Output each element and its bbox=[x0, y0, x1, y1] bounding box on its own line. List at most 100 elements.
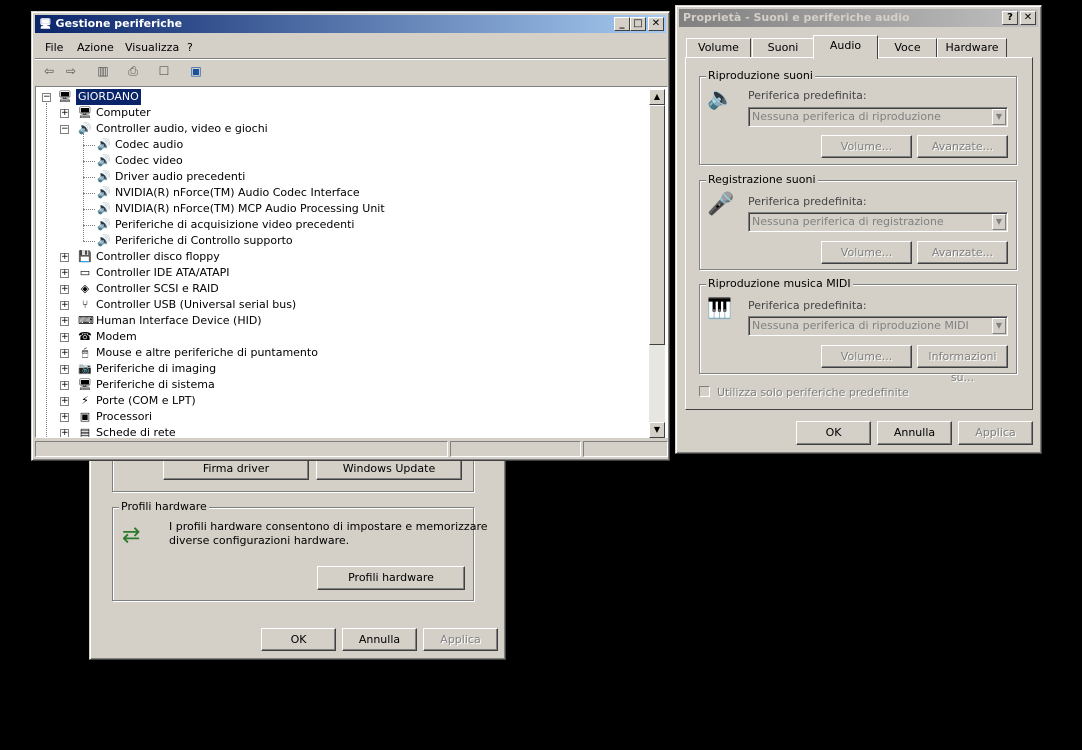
playback-device-value: Nessuna periferica di riproduzione bbox=[752, 110, 941, 123]
chevron-down-icon[interactable]: ▼ bbox=[992, 318, 1006, 334]
tree-item[interactable]: Periferiche di sistema bbox=[96, 377, 215, 393]
tree-item[interactable]: Human Interface Device (HID) bbox=[96, 313, 262, 329]
expand-toggle[interactable]: + bbox=[60, 285, 69, 294]
tree-item[interactable]: Porte (COM e LPT) bbox=[96, 393, 196, 409]
tree-item[interactable]: Controller audio, video e giochi bbox=[96, 121, 268, 137]
scan-hardware-icon[interactable]: ▣ bbox=[188, 63, 204, 79]
scroll-up-button[interactable]: ▲ bbox=[649, 89, 665, 105]
properties-help-icon[interactable]: ☐ bbox=[156, 63, 172, 79]
expand-toggle[interactable]: + bbox=[60, 109, 69, 118]
menu-file[interactable]: File bbox=[45, 41, 63, 54]
sound-close-button[interactable]: ✕ bbox=[1020, 11, 1036, 25]
expand-toggle[interactable]: + bbox=[60, 381, 69, 390]
system-apply-button[interactable]: Applica bbox=[423, 628, 498, 651]
tree-item[interactable]: NVIDIA(R) nForce(TM) Audio Codec Interfa… bbox=[115, 185, 360, 201]
expand-toggle[interactable]: + bbox=[60, 253, 69, 262]
tree-item[interactable]: Controller SCSI e RAID bbox=[96, 281, 219, 297]
chevron-down-icon[interactable]: ▼ bbox=[992, 109, 1006, 125]
midi-info-button[interactable]: Informazioni su... bbox=[917, 345, 1008, 384]
audio-device-icon: 🔊 bbox=[97, 170, 111, 183]
print-icon[interactable]: ⎙ bbox=[125, 63, 141, 79]
recording-device-select[interactable]: Nessuna periferica di registrazione ▼ bbox=[748, 212, 1008, 232]
tree-item-label: Controller disco floppy bbox=[96, 250, 220, 263]
minimize-button[interactable]: _ bbox=[614, 17, 630, 31]
menu-view[interactable]: Visualizza bbox=[125, 41, 179, 54]
tree-connector bbox=[83, 145, 95, 146]
tree-item-label: Mouse e altre periferiche di puntamento bbox=[96, 346, 318, 359]
forward-arrow-icon[interactable]: ⇨ bbox=[63, 63, 79, 79]
tab-sounds[interactable]: Suoni bbox=[752, 38, 814, 58]
hardware-profiles-label: Profili hardware bbox=[119, 500, 209, 513]
expand-toggle[interactable]: − bbox=[60, 125, 69, 134]
device-tree[interactable]: − 🖥 GIORDANO + 🖥 Computer − 🔊 Controller audio, … bbox=[35, 86, 668, 438]
expand-toggle[interactable]: + bbox=[60, 397, 69, 406]
tab-hardware[interactable]: Hardware bbox=[937, 38, 1007, 58]
hardware-profiles-button[interactable]: Profili hardware bbox=[317, 566, 465, 590]
chevron-down-icon[interactable]: ▼ bbox=[992, 214, 1006, 230]
sound-properties-titlebar[interactable]: Proprietà - Suoni e periferiche audio ? … bbox=[679, 9, 1038, 27]
help-button[interactable]: ? bbox=[1002, 11, 1018, 25]
expand-toggle[interactable]: + bbox=[60, 301, 69, 310]
device-manager-titlebar[interactable]: 🖥 Gestione periferiche _ □ ✕ bbox=[35, 15, 666, 33]
usb-icon: ⑂ bbox=[81, 298, 89, 311]
midi-device-select[interactable]: Nessuna periferica di riproduzione MIDI … bbox=[748, 316, 1008, 336]
playback-volume-button[interactable]: Volume... bbox=[821, 135, 912, 158]
expand-toggle[interactable]: + bbox=[60, 429, 69, 437]
system-ok-button[interactable]: OK bbox=[261, 628, 336, 651]
system-cancel-button[interactable]: Annulla bbox=[342, 628, 417, 651]
expand-toggle[interactable]: + bbox=[60, 269, 69, 278]
tree-root[interactable]: GIORDANO bbox=[75, 88, 142, 106]
audio-device-icon: 🔊 bbox=[97, 186, 111, 199]
menu-action[interactable]: Azione bbox=[77, 41, 114, 54]
recording-volume-button[interactable]: Volume... bbox=[821, 241, 912, 264]
tree-item[interactable]: NVIDIA(R) nForce(TM) MCP Audio Processin… bbox=[115, 201, 385, 217]
tree-item[interactable]: Periferiche di imaging bbox=[96, 361, 216, 377]
sound-apply-button[interactable]: Applica bbox=[958, 421, 1033, 445]
network-icon: ▤ bbox=[79, 426, 91, 438]
back-arrow-icon[interactable]: ⇦ bbox=[41, 63, 57, 79]
tree-item[interactable]: Processori bbox=[96, 409, 152, 425]
tree-item[interactable]: Codec video bbox=[115, 153, 183, 169]
expand-toggle[interactable]: + bbox=[60, 333, 69, 342]
expand-toggle[interactable]: + bbox=[60, 413, 69, 422]
microphone-icon: 🎤 bbox=[707, 192, 735, 217]
menu-help[interactable]: ? bbox=[187, 41, 193, 54]
tab-volume[interactable]: Volume bbox=[686, 38, 751, 58]
expand-toggle[interactable]: + bbox=[60, 317, 69, 326]
tree-item[interactable]: Computer bbox=[96, 105, 151, 121]
close-button[interactable]: ✕ bbox=[648, 17, 664, 31]
tree-item[interactable]: Periferiche di acquisizione video preced… bbox=[115, 217, 355, 233]
device-manager-title: Gestione periferiche bbox=[55, 17, 183, 30]
tree-item[interactable]: Controller IDE ATA/ATAPI bbox=[96, 265, 229, 281]
tree-item[interactable]: Periferiche di Controllo supporto bbox=[115, 233, 293, 249]
driver-signing-button[interactable]: Firma driver bbox=[163, 458, 309, 480]
expand-toggle[interactable]: + bbox=[60, 365, 69, 374]
default-devices-checkbox[interactable] bbox=[699, 386, 710, 397]
midi-volume-button[interactable]: Volume... bbox=[821, 345, 912, 368]
sound-ok-button[interactable]: OK bbox=[796, 421, 871, 445]
maximize-button[interactable]: □ bbox=[630, 17, 646, 31]
computer-icon: 🖥 bbox=[78, 106, 92, 119]
playback-device-select[interactable]: Nessuna periferica di riproduzione ▼ bbox=[748, 107, 1008, 127]
tab-voice[interactable]: Voce bbox=[878, 38, 937, 58]
tree-item-label: Processori bbox=[96, 410, 153, 423]
tree-item[interactable]: Controller disco floppy bbox=[96, 249, 220, 265]
windows-update-button[interactable]: Windows Update bbox=[316, 458, 462, 480]
sound-cancel-button[interactable]: Annulla bbox=[877, 421, 952, 445]
tree-item[interactable]: Modem bbox=[96, 329, 137, 345]
tree-item[interactable]: Schede di rete bbox=[96, 425, 176, 437]
recording-advanced-button[interactable]: Avanzate... bbox=[917, 241, 1008, 264]
tree-vertical-scrollbar[interactable]: ▲ ▼ bbox=[649, 89, 665, 438]
recording-group-label: Registrazione suoni bbox=[706, 173, 818, 186]
playback-advanced-button[interactable]: Avanzate... bbox=[917, 135, 1008, 158]
tree-item[interactable]: Mouse e altre periferiche di puntamento bbox=[96, 345, 318, 361]
scroll-down-button[interactable]: ▼ bbox=[649, 422, 665, 438]
expand-toggle[interactable]: + bbox=[60, 349, 69, 358]
tree-item[interactable]: Controller USB (Universal serial bus) bbox=[96, 297, 296, 313]
expand-toggle[interactable]: − bbox=[42, 93, 51, 102]
tree-item[interactable]: Codec audio bbox=[115, 137, 183, 153]
show-hide-tree-icon[interactable]: ▥ bbox=[95, 63, 111, 79]
tree-item[interactable]: Driver audio precedenti bbox=[115, 169, 245, 185]
scroll-thumb[interactable] bbox=[649, 105, 665, 345]
tab-audio[interactable]: Audio bbox=[813, 35, 878, 59]
